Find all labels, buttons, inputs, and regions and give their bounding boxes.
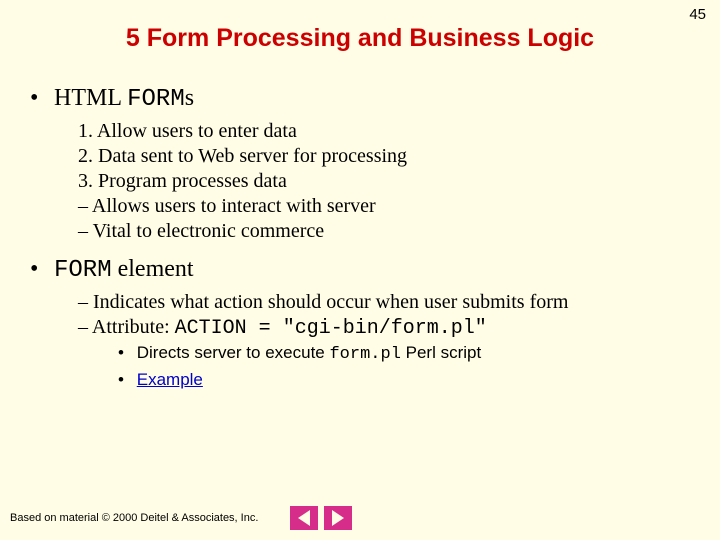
slide-title: 5 Form Processing and Business Logic bbox=[0, 0, 720, 73]
footer-credit: Based on material © 2000 Deitel & Associ… bbox=[10, 512, 258, 524]
example-link[interactable]: Example bbox=[137, 370, 203, 389]
triangle-right-icon bbox=[332, 510, 344, 526]
nav-controls bbox=[290, 506, 352, 530]
slide-content: • HTML FORMs 1. Allow users to enter dat… bbox=[0, 85, 720, 392]
heading-text: HTML FORMs bbox=[54, 85, 194, 111]
prev-button[interactable] bbox=[290, 506, 318, 530]
list-item: – Attribute: ACTION = "cgi-bin/form.pl" bbox=[22, 315, 700, 341]
triangle-left-icon bbox=[298, 510, 310, 526]
heading-text: FORM element bbox=[54, 256, 194, 282]
list-item: – Allows users to interact with server bbox=[22, 194, 700, 219]
list-item: 2. Data sent to Web server for processin… bbox=[22, 144, 700, 169]
next-button[interactable] bbox=[324, 506, 352, 530]
bullet-dot-icon: • bbox=[30, 256, 48, 283]
list-item: – Indicates what action should occur whe… bbox=[22, 290, 700, 315]
sub-list-item: • Directs server to execute form.pl Perl… bbox=[22, 341, 700, 368]
sub-list-item: • Example bbox=[22, 368, 700, 393]
list-item: 1. Allow users to enter data bbox=[22, 119, 700, 144]
bullet-dot-icon: • bbox=[118, 368, 132, 393]
list-item: – Vital to electronic commerce bbox=[22, 219, 700, 244]
bullet-form-element: • FORM element bbox=[22, 256, 700, 284]
page-number: 45 bbox=[689, 6, 706, 23]
bullet-html-forms: • HTML FORMs bbox=[22, 85, 700, 113]
list-item: 3. Program processes data bbox=[22, 169, 700, 194]
bullet-dot-icon: • bbox=[118, 341, 132, 366]
bullet-dot-icon: • bbox=[30, 85, 48, 112]
